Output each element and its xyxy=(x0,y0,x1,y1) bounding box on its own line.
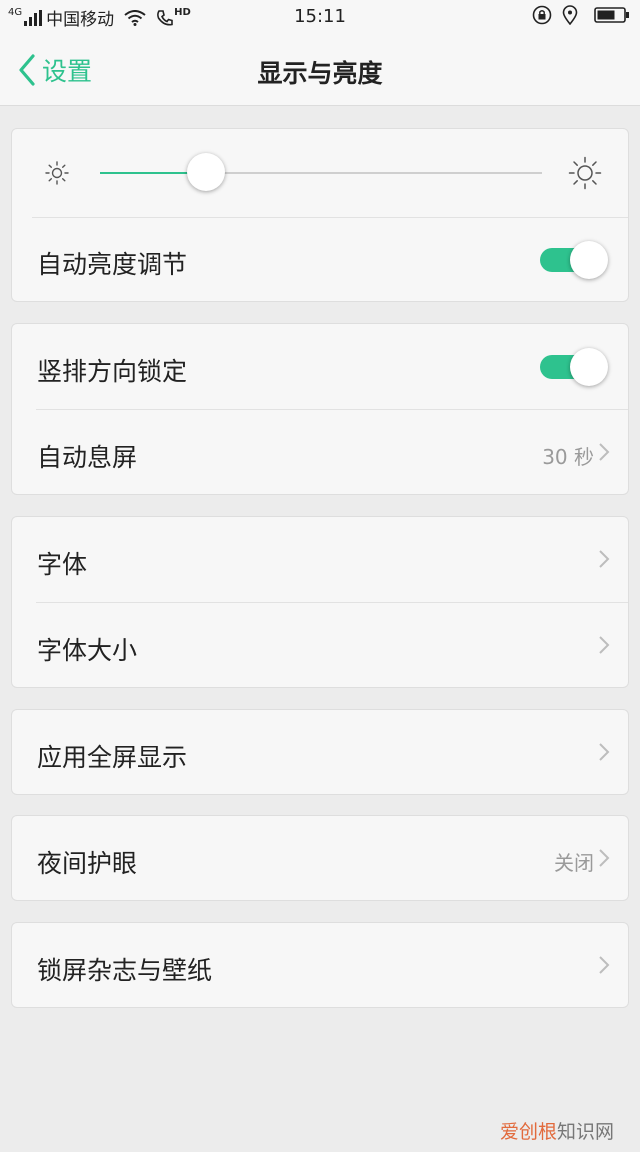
night-mode-row[interactable]: 夜间护眼 关闭 xyxy=(12,816,630,902)
watermark-part1: 爱创根 xyxy=(499,1121,557,1143)
night-mode-value: 关闭 xyxy=(554,851,594,875)
lock-screen-label: 锁屏杂志与壁纸 xyxy=(37,956,213,985)
rotation-lock-icon xyxy=(532,5,552,25)
font-size-label: 字体大小 xyxy=(37,636,138,665)
font-card: 字体 字体大小 xyxy=(11,516,629,688)
brightness-card: 自动亮度调节 xyxy=(11,128,629,302)
low-brightness-icon xyxy=(45,161,69,185)
auto-sleep-row[interactable]: 自动息屏 30 秒 xyxy=(12,410,630,496)
portrait-lock-row[interactable]: 竖排方向锁定 xyxy=(12,324,630,410)
lock-screen-row[interactable]: 锁屏杂志与壁纸 xyxy=(12,923,630,1009)
auto-brightness-toggle[interactable] xyxy=(538,241,608,279)
location-icon xyxy=(562,5,578,25)
auto-sleep-label: 自动息屏 xyxy=(37,443,138,472)
night-mode-card: 夜间护眼 关闭 xyxy=(11,815,629,901)
chevron-right-icon xyxy=(599,743,610,761)
toggle-knob xyxy=(570,348,608,386)
chevron-right-icon xyxy=(599,849,610,867)
auto-sleep-value: 30 秒 xyxy=(542,445,594,469)
brightness-slider[interactable] xyxy=(100,153,542,191)
chevron-right-icon xyxy=(599,636,610,654)
auto-brightness-label: 自动亮度调节 xyxy=(37,250,188,279)
orientation-sleep-card: 竖排方向锁定 自动息屏 30 秒 xyxy=(11,323,629,495)
battery-icon xyxy=(594,7,629,23)
auto-brightness-row[interactable]: 自动亮度调节 xyxy=(12,217,630,303)
lock-screen-card: 锁屏杂志与壁纸 xyxy=(11,922,629,1008)
fullscreen-row[interactable]: 应用全屏显示 xyxy=(12,710,630,796)
fullscreen-card: 应用全屏显示 xyxy=(11,709,629,795)
page-title: 显示与亮度 xyxy=(257,59,383,88)
status-bar: 4G 中国移动 HD 15:11 xyxy=(0,0,640,34)
watermark-part2: 知识网 xyxy=(556,1121,614,1143)
font-row[interactable]: 字体 xyxy=(12,517,630,603)
font-size-row[interactable]: 字体大小 xyxy=(12,603,630,689)
portrait-lock-toggle[interactable] xyxy=(538,348,608,386)
status-right xyxy=(532,5,630,25)
brightness-slider-row xyxy=(12,129,630,217)
chevron-right-icon xyxy=(599,550,610,568)
navigation-bar: 设置 显示与亮度 xyxy=(0,34,640,106)
brightness-slider-handle[interactable] xyxy=(187,153,226,191)
font-label: 字体 xyxy=(37,550,88,579)
chevron-right-icon xyxy=(599,956,610,974)
night-mode-label: 夜间护眼 xyxy=(37,849,138,878)
watermark: 爱创根知识网 xyxy=(500,1117,614,1144)
high-brightness-icon xyxy=(568,156,602,190)
chevron-right-icon xyxy=(599,443,610,461)
portrait-lock-label: 竖排方向锁定 xyxy=(37,357,188,386)
fullscreen-label: 应用全屏显示 xyxy=(37,743,188,772)
toggle-knob xyxy=(570,241,608,279)
